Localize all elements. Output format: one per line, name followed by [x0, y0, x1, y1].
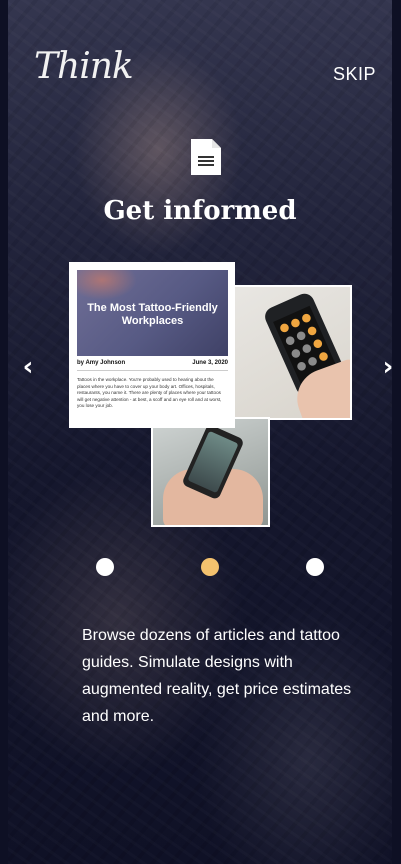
page-dot-1[interactable] — [96, 558, 114, 576]
article-title: The Most Tattoo-Friendly Workplaces — [87, 302, 218, 327]
slide-description: Browse dozens of articles and tattoo gui… — [82, 627, 352, 725]
calculator-photo-card — [225, 285, 352, 420]
slide-title: Get informed — [103, 196, 297, 226]
article-excerpt: Tattoos in the workplace. You're probabl… — [77, 377, 222, 408]
chevron-right-icon[interactable]: › — [374, 350, 392, 384]
document-icon — [190, 138, 222, 176]
article-preview-card: The Most Tattoo-Friendly Workplaces by A… — [69, 262, 235, 428]
app-logo: Think — [34, 46, 134, 87]
page-dot-2[interactable] — [201, 558, 219, 576]
divider — [77, 370, 228, 371]
phone-photo-card — [151, 417, 270, 527]
chevron-left-icon[interactable]: ‹ — [14, 350, 42, 384]
article-date: June 3, 2020 — [192, 360, 228, 366]
article-meta: by Amy Johnson June 3, 2020 — [77, 360, 228, 366]
article-author: by Amy Johnson — [77, 360, 126, 366]
page-indicator — [8, 558, 392, 578]
page-dot-3[interactable] — [306, 558, 324, 576]
onboarding-screen: Think SKIP Get informed ‹ › The Most Tat… — [8, 0, 392, 864]
article-hero-image: The Most Tattoo-Friendly Workplaces — [77, 270, 228, 356]
skip-button[interactable]: SKIP — [333, 64, 376, 85]
